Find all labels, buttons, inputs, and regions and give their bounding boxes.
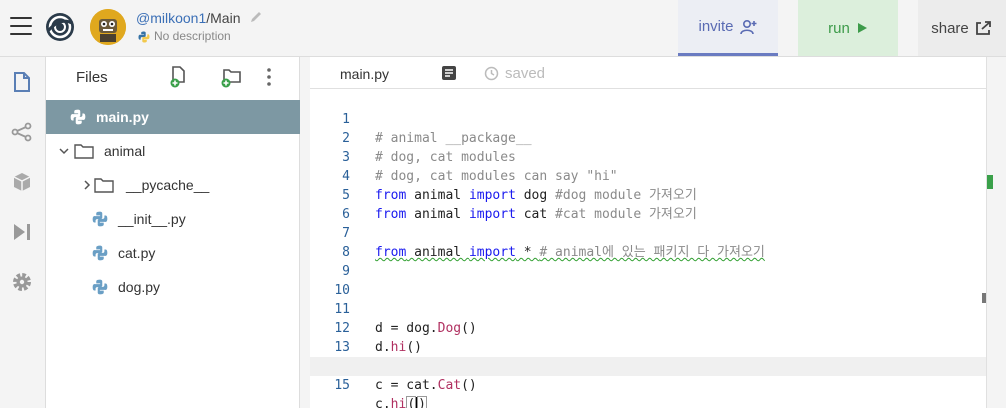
files-title: Files: [76, 69, 108, 86]
file-item-main-py[interactable]: main.py: [46, 100, 300, 134]
new-file-icon[interactable]: [168, 66, 190, 88]
scrollbar-marker: [987, 175, 993, 189]
code-line: 10: [310, 262, 986, 298]
file-name: cat.py: [118, 245, 156, 261]
code-line: 6: [310, 186, 986, 222]
pencil-icon[interactable]: [249, 10, 263, 24]
scrollbar-thumb[interactable]: [982, 293, 986, 303]
new-folder-icon[interactable]: [220, 66, 242, 88]
folder-item-animal[interactable]: animal: [46, 134, 300, 168]
repl-name: Main: [210, 10, 241, 26]
code-line: 3 # dog, cat modules can say "hi": [310, 129, 986, 184]
tab-main-py[interactable]: main.py: [340, 66, 389, 82]
more-icon[interactable]: [258, 66, 280, 88]
file-item-init-py[interactable]: __init__.py: [46, 202, 300, 236]
code-line: 8: [310, 224, 986, 260]
code-line: 2 # dog, cat modules: [310, 110, 986, 165]
saved-label: saved: [505, 65, 546, 82]
document-icon[interactable]: [441, 65, 457, 81]
file-name: __init__.py: [118, 211, 186, 227]
folder-name: animal: [104, 143, 146, 159]
run-button[interactable]: run: [798, 0, 898, 56]
code-line: 13: [310, 319, 986, 355]
file-name: dog.py: [118, 279, 161, 295]
share-label: share: [931, 19, 969, 37]
function-name: Cat: [437, 378, 462, 393]
settings-icon[interactable]: [11, 271, 33, 293]
code-text: c.hi(): [375, 395, 427, 408]
python-icon: [70, 109, 86, 125]
invite-button[interactable]: invite: [678, 0, 778, 56]
function-name: hi: [390, 397, 407, 408]
folder-name: __pycache__: [126, 177, 210, 193]
folder-open-icon: [74, 144, 94, 159]
code-token: (): [461, 378, 477, 393]
code-line: 11 d = dog.Dog(): [310, 281, 986, 336]
code-line: 14 c = cat.Cat(): [310, 338, 986, 393]
code-line-current: 15 c.hi(): [310, 357, 986, 408]
share-icon: [975, 21, 991, 35]
files-icon[interactable]: [11, 71, 33, 93]
invite-label: invite: [698, 18, 734, 35]
repl-title[interactable]: @milkoon1/Main: [136, 10, 241, 26]
editor-scrollbar[interactable]: [986, 57, 1006, 408]
history-icon: [484, 66, 499, 81]
code-line: 9: [310, 243, 986, 279]
chevron-down-icon[interactable]: [58, 145, 70, 157]
username-link[interactable]: @milkoon1: [136, 10, 206, 26]
version-control-icon[interactable]: [11, 121, 33, 143]
activity-rail: [0, 57, 46, 408]
code-line: 4 from animal import dog #dog module 가져오…: [310, 148, 986, 203]
matching-bracket: (: [406, 396, 417, 408]
menu-icon[interactable]: [10, 17, 32, 35]
chevron-right-icon[interactable]: [82, 179, 92, 191]
code-editor[interactable]: 1 # animal __package__ 2 # dog, cat modu…: [310, 89, 986, 408]
repl-logo-icon[interactable]: [44, 11, 76, 43]
debugger-icon[interactable]: [11, 221, 33, 243]
file-item-dog-py[interactable]: dog.py: [46, 270, 300, 304]
files-panel: Files main.py animal __pycache__ __init_…: [46, 57, 300, 408]
folder-closed-icon: [94, 178, 114, 193]
files-header: Files: [46, 57, 299, 99]
python-icon: [138, 31, 150, 43]
code-line: 7 from animal import * # animal에 있는 패키지 …: [310, 205, 986, 260]
run-label: run: [828, 19, 850, 37]
code-token: c = cat.: [375, 378, 438, 393]
file-item-cat-py[interactable]: cat.py: [46, 236, 300, 270]
file-name: main.py: [96, 109, 149, 125]
matching-bracket: ): [417, 396, 427, 408]
top-bar: @milkoon1/Main No description invite run…: [0, 0, 1006, 57]
code-line: 1 # animal __package__: [310, 91, 986, 146]
avatar[interactable]: [90, 9, 126, 45]
code-text: c = cat.Cat(): [375, 376, 477, 395]
save-status: saved: [484, 65, 545, 82]
code-line: 5 from animal import cat #cat module 가져오…: [310, 167, 986, 222]
code-line: 12 d.hi(): [310, 300, 986, 355]
description-text: No description: [154, 29, 231, 43]
play-icon: [857, 23, 867, 33]
packages-icon[interactable]: [11, 171, 33, 193]
editor-area: main.py saved 1 # animal __package__ 2 #…: [300, 57, 1006, 408]
user-add-icon: [739, 19, 757, 34]
editor-tabs: main.py saved: [310, 57, 1006, 89]
share-button[interactable]: share: [918, 0, 1006, 56]
python-icon: [92, 279, 108, 295]
repl-description[interactable]: No description: [138, 29, 231, 43]
line-number: 15: [334, 378, 350, 393]
python-icon: [92, 245, 108, 261]
folder-item-pycache[interactable]: __pycache__: [46, 168, 300, 202]
code-token: c.: [375, 397, 391, 408]
python-icon: [92, 211, 108, 227]
